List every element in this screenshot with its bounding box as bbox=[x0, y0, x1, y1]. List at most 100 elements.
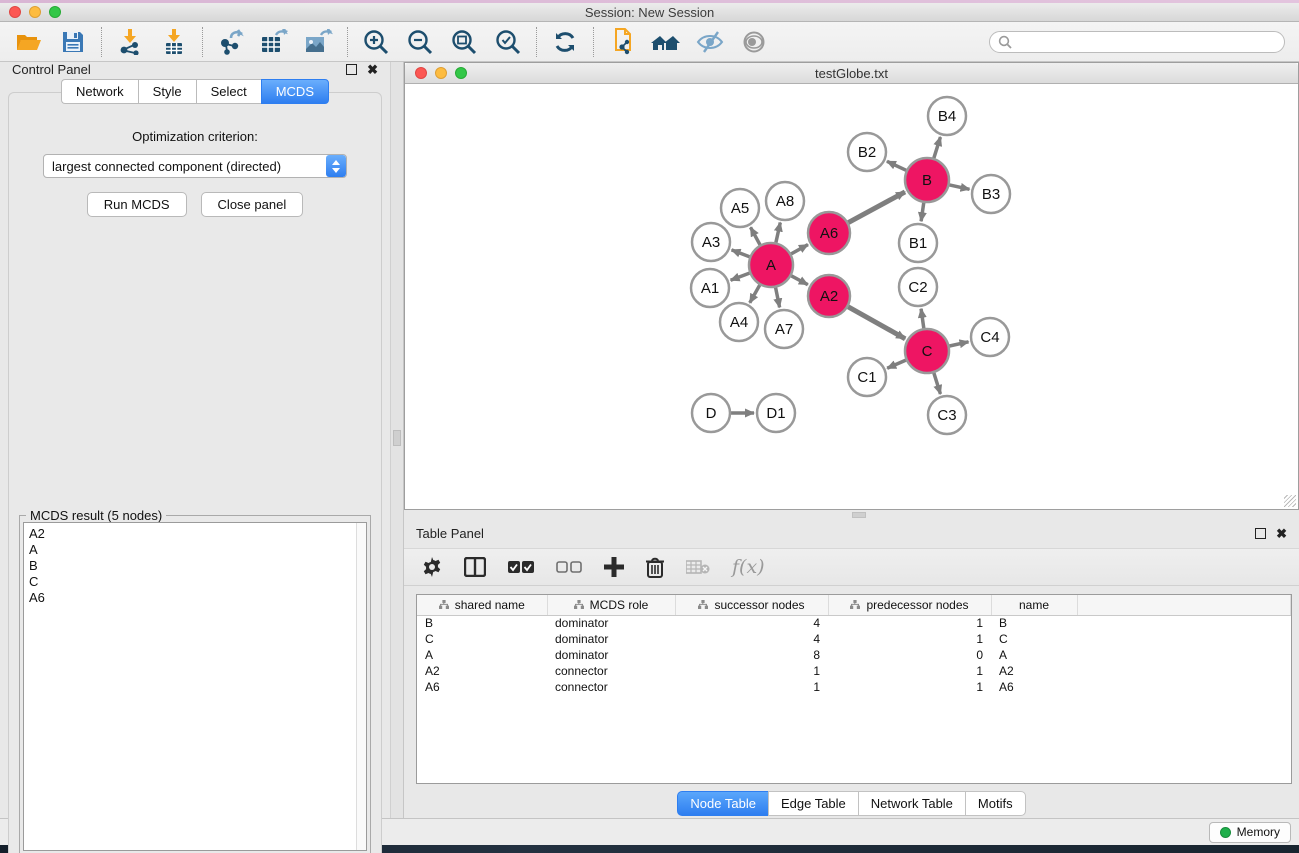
edge-A-A5[interactable] bbox=[751, 227, 761, 244]
edge-C-C2[interactable] bbox=[921, 309, 924, 328]
table-cell[interactable]: 4 bbox=[675, 615, 828, 631]
edge-A6-B[interactable] bbox=[848, 192, 905, 223]
table-cell[interactable]: C bbox=[417, 631, 547, 647]
table-row[interactable]: A2connector11A2 bbox=[417, 663, 1291, 679]
resize-grip-icon[interactable] bbox=[1284, 495, 1296, 507]
node-B1[interactable]: B1 bbox=[899, 224, 937, 262]
unchecked-boxes-icon[interactable] bbox=[556, 560, 582, 574]
table-row[interactable]: A6connector11A6 bbox=[417, 679, 1291, 695]
network-window-titlebar[interactable]: testGlobe.txt bbox=[405, 63, 1298, 84]
trash-icon[interactable] bbox=[646, 557, 664, 578]
hide-eye-icon[interactable] bbox=[695, 27, 725, 57]
node-A3[interactable]: A3 bbox=[692, 223, 730, 261]
node-C1[interactable]: C1 bbox=[848, 358, 886, 396]
export-network-icon[interactable] bbox=[216, 27, 246, 57]
table-cell[interactable] bbox=[1077, 631, 1291, 647]
node-B2[interactable]: B2 bbox=[848, 133, 886, 171]
home-icon[interactable] bbox=[651, 27, 681, 57]
table-cell[interactable]: 1 bbox=[828, 615, 991, 631]
optimization-dropdown[interactable]: largest connected component (directed) bbox=[43, 154, 347, 178]
table-cell[interactable]: 0 bbox=[828, 647, 991, 663]
result-item[interactable]: A6 bbox=[29, 590, 351, 606]
table-cell[interactable]: A bbox=[991, 647, 1077, 663]
table-cell[interactable]: A6 bbox=[991, 679, 1077, 695]
tab-edge-table[interactable]: Edge Table bbox=[768, 791, 858, 816]
node-C3[interactable]: C3 bbox=[928, 396, 966, 434]
edge-A-A1[interactable] bbox=[731, 273, 750, 280]
column-header-successor-nodes[interactable]: successor nodes bbox=[675, 595, 828, 615]
node-C2[interactable]: C2 bbox=[899, 268, 937, 306]
tab-motifs[interactable]: Motifs bbox=[965, 791, 1026, 816]
edge-A-A3[interactable] bbox=[732, 250, 750, 257]
edge-A-A4[interactable] bbox=[750, 285, 760, 303]
edge-C-C3[interactable] bbox=[934, 373, 941, 394]
plus-icon[interactable] bbox=[604, 557, 624, 577]
edge-C-C1[interactable] bbox=[887, 360, 906, 368]
node-C[interactable]: C bbox=[905, 329, 949, 373]
horizontal-divider[interactable] bbox=[404, 510, 1299, 520]
close-panel-icon[interactable]: ✖ bbox=[367, 64, 378, 75]
table-cell[interactable] bbox=[1077, 679, 1291, 695]
zoom-in-icon[interactable] bbox=[361, 27, 391, 57]
node-B[interactable]: B bbox=[905, 158, 949, 202]
export-table-icon[interactable] bbox=[260, 27, 290, 57]
float-panel-icon[interactable] bbox=[346, 64, 357, 75]
panel-divider[interactable] bbox=[390, 62, 404, 818]
zoom-fit-icon[interactable] bbox=[449, 27, 479, 57]
edge-A-A6[interactable] bbox=[791, 245, 808, 254]
table-cell[interactable]: 1 bbox=[828, 631, 991, 647]
table-cell[interactable] bbox=[1077, 663, 1291, 679]
tab-node-table[interactable]: Node Table bbox=[677, 791, 768, 816]
table-cell[interactable]: A6 bbox=[417, 679, 547, 695]
table-row[interactable]: Cdominator41C bbox=[417, 631, 1291, 647]
result-item[interactable]: C bbox=[29, 574, 351, 590]
close-table-panel-icon[interactable]: ✖ bbox=[1276, 528, 1287, 539]
float-table-panel-icon[interactable] bbox=[1255, 528, 1266, 539]
table-cell[interactable]: dominator bbox=[547, 647, 675, 663]
column-header-predecessor-nodes[interactable]: predecessor nodes bbox=[828, 595, 991, 615]
split-view-icon[interactable] bbox=[464, 557, 486, 577]
table-cell[interactable]: connector bbox=[547, 663, 675, 679]
node-A7[interactable]: A7 bbox=[765, 310, 803, 348]
table-cell[interactable]: 4 bbox=[675, 631, 828, 647]
eye-icon[interactable] bbox=[739, 27, 769, 57]
table-row[interactable]: Adominator80A bbox=[417, 647, 1291, 663]
tab-network[interactable]: Network bbox=[61, 79, 138, 104]
table-cell[interactable]: A2 bbox=[417, 663, 547, 679]
table-row[interactable]: Bdominator41B bbox=[417, 615, 1291, 631]
network-view[interactable]: B4B2BB3A8A5A6B1A3AA1C2A2A4A7C4CC1C3DD1 bbox=[405, 84, 1298, 509]
zoom-selected-icon[interactable] bbox=[493, 27, 523, 57]
node-A6[interactable]: A6 bbox=[808, 212, 850, 254]
node-A2[interactable]: A2 bbox=[808, 275, 850, 317]
node-B3[interactable]: B3 bbox=[972, 175, 1010, 213]
memory-button[interactable]: Memory bbox=[1209, 822, 1291, 843]
import-table-icon[interactable] bbox=[159, 27, 189, 57]
column-header-name[interactable]: name bbox=[991, 595, 1077, 615]
edge-C-C4[interactable] bbox=[949, 342, 968, 346]
node-D[interactable]: D bbox=[692, 394, 730, 432]
node-A[interactable]: A bbox=[749, 243, 793, 287]
edge-A-A8[interactable] bbox=[776, 222, 780, 242]
result-scrollbar[interactable] bbox=[356, 523, 366, 850]
table-cell[interactable]: 1 bbox=[828, 679, 991, 695]
tab-style[interactable]: Style bbox=[138, 79, 196, 104]
table-cell[interactable] bbox=[1077, 615, 1291, 631]
table-cell[interactable]: B bbox=[991, 615, 1077, 631]
gear-icon[interactable] bbox=[422, 557, 442, 577]
edge-B-B1[interactable] bbox=[921, 203, 924, 221]
node-A1[interactable]: A1 bbox=[691, 269, 729, 307]
node-table[interactable]: shared nameMCDS rolesuccessor nodesprede… bbox=[416, 594, 1292, 784]
table-cell[interactable]: B bbox=[417, 615, 547, 631]
divider-handle-icon[interactable] bbox=[852, 512, 866, 518]
column-header-shared-name[interactable]: shared name bbox=[417, 595, 547, 615]
node-A8[interactable]: A8 bbox=[766, 182, 804, 220]
edge-A2-C[interactable] bbox=[848, 307, 905, 339]
network-graph[interactable]: B4B2BB3A8A5A6B1A3AA1C2A2A4A7C4CC1C3DD1 bbox=[405, 84, 1296, 504]
refresh-icon[interactable] bbox=[550, 27, 580, 57]
search-box[interactable] bbox=[989, 31, 1285, 53]
node-B4[interactable]: B4 bbox=[928, 97, 966, 135]
result-item[interactable]: A bbox=[29, 542, 351, 558]
result-item[interactable]: B bbox=[29, 558, 351, 574]
divider-handle-icon[interactable] bbox=[393, 430, 401, 446]
export-image-icon[interactable] bbox=[304, 27, 334, 57]
